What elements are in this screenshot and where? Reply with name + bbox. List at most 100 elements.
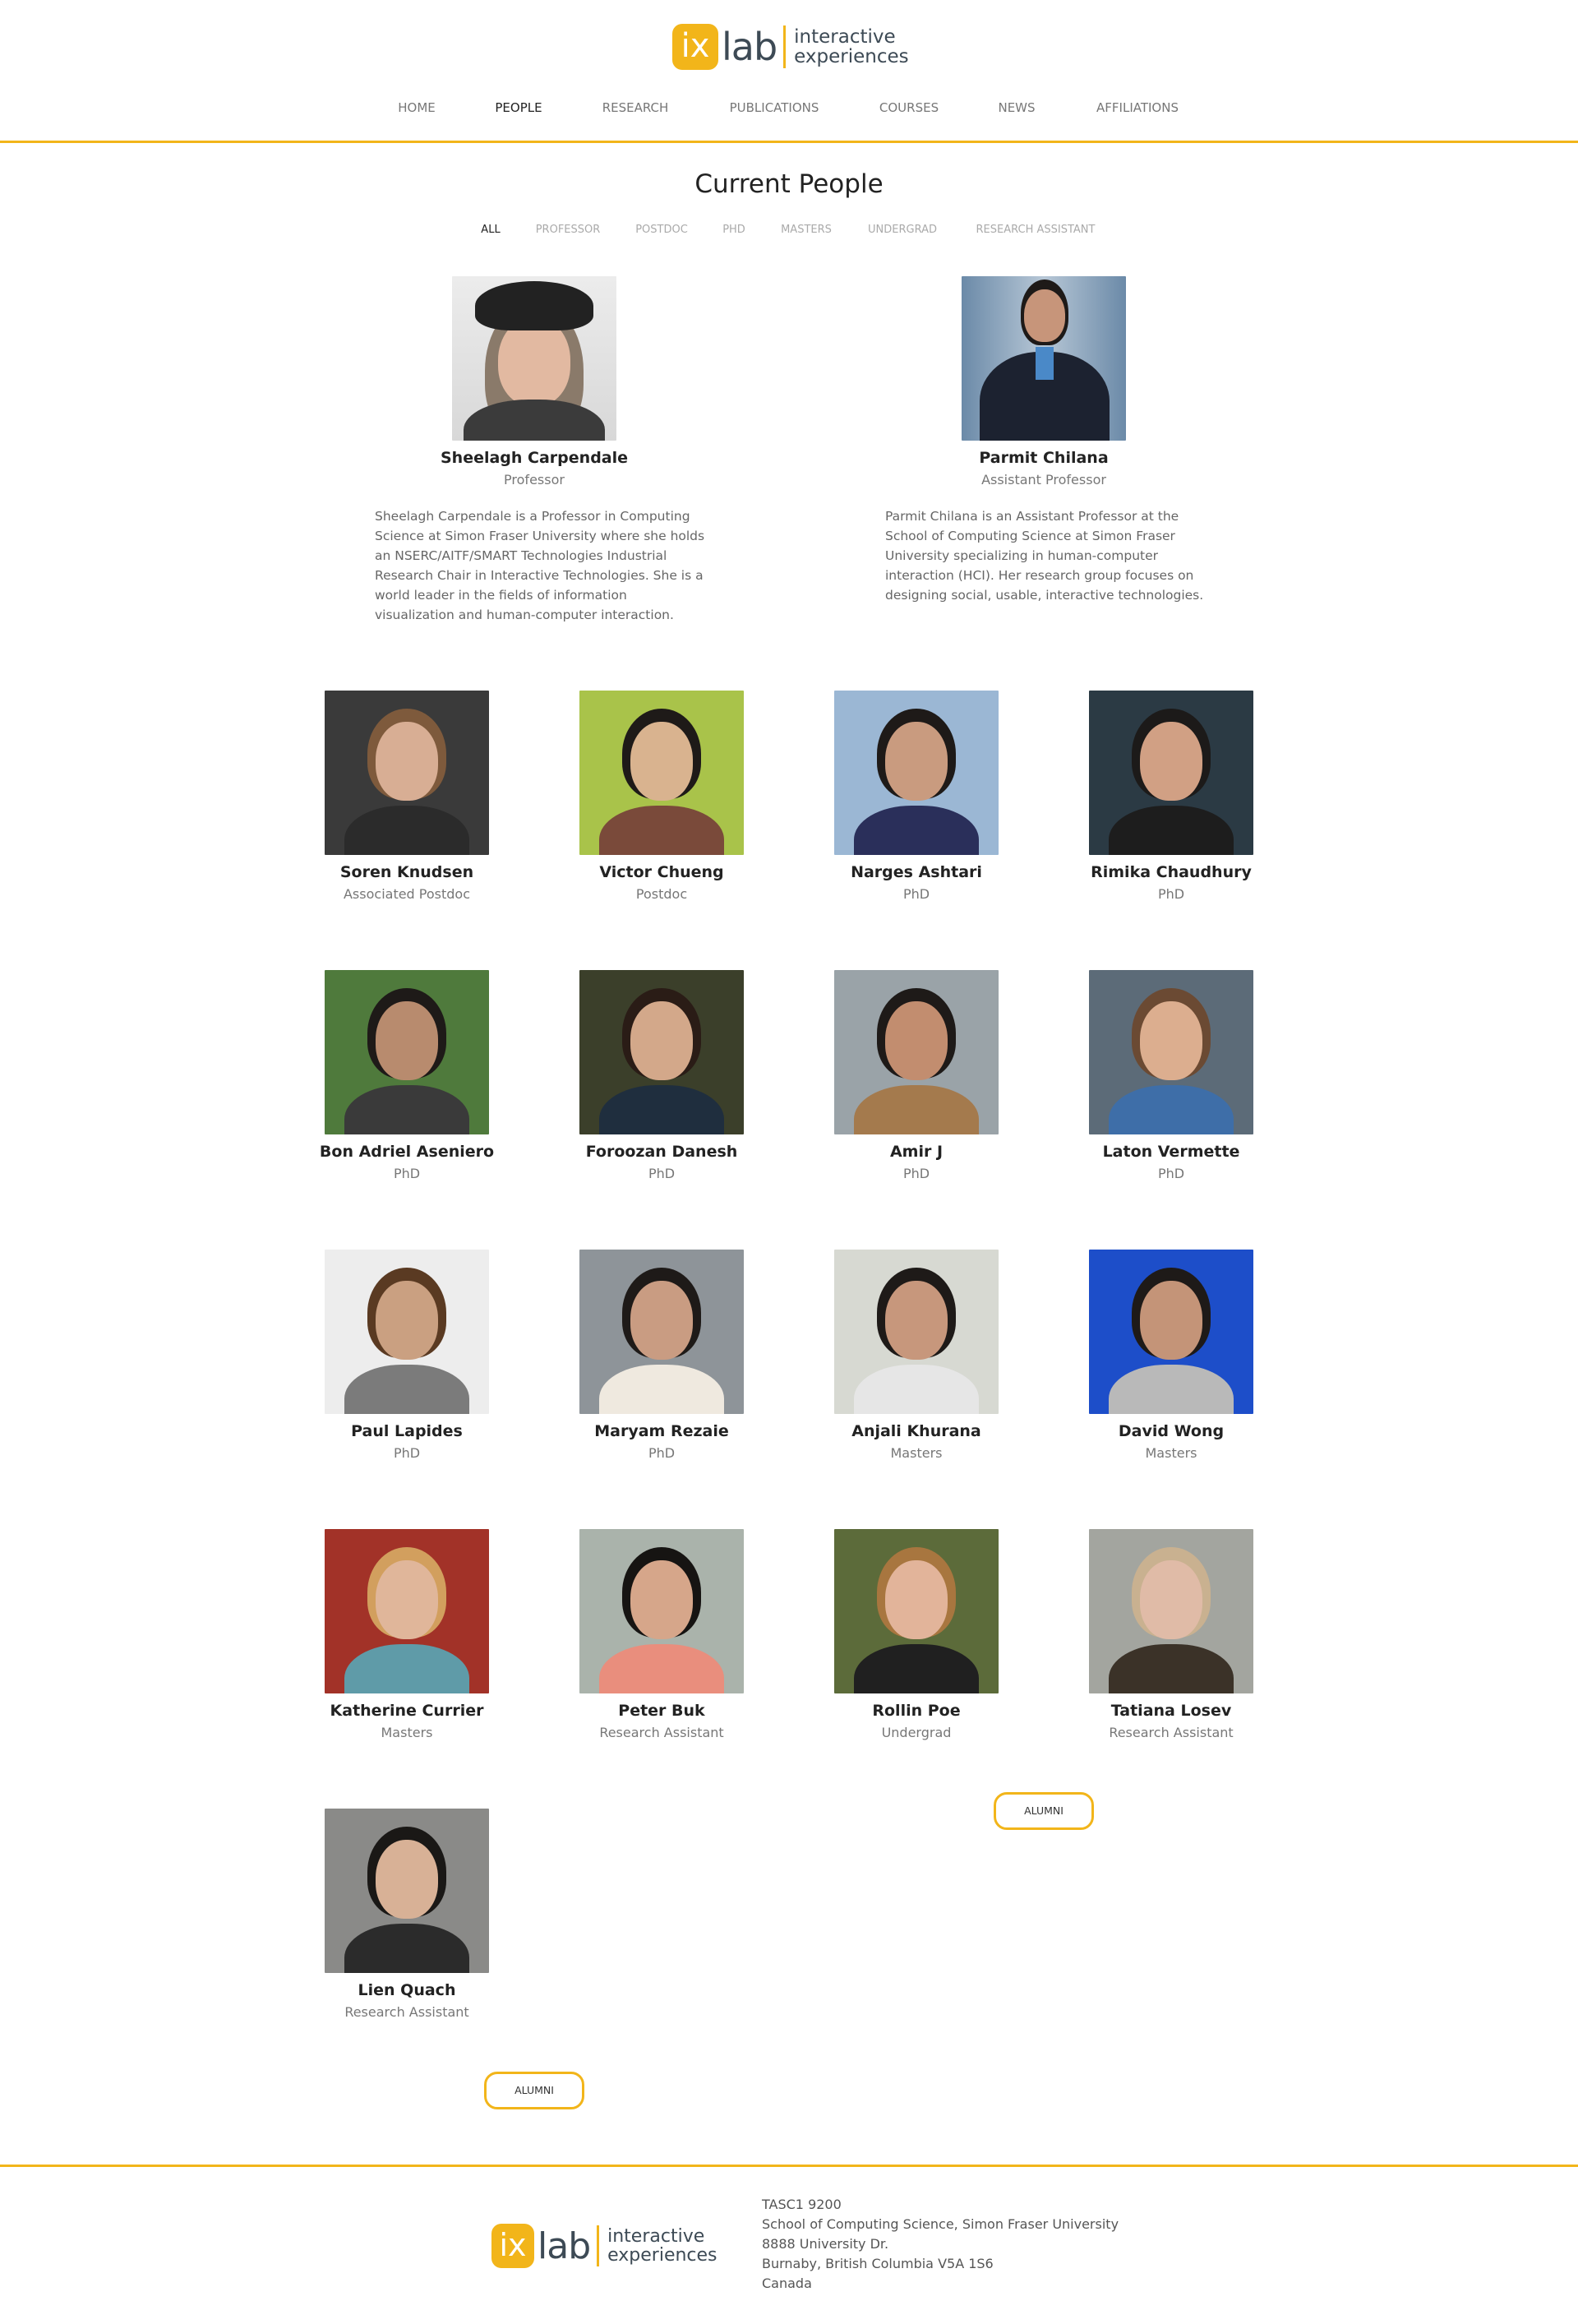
person-role: Masters — [1145, 1445, 1197, 1461]
nav-home[interactable]: HOME — [398, 100, 436, 115]
logo-ix-mark: ix — [672, 24, 718, 70]
people-filter-tabs: ALL PROFESSOR POSTDOC PHD MASTERS UNDERG… — [0, 224, 1578, 240]
person-role: PhD — [393, 1445, 421, 1461]
person-role: PhD — [393, 1166, 421, 1181]
person-role: PhD — [1157, 1166, 1185, 1181]
person-role: PhD — [648, 1445, 676, 1461]
filter-postdoc[interactable]: POSTDOC — [635, 224, 688, 236]
person-name[interactable]: Rimika Chaudhury — [1048, 863, 1294, 881]
filter-research-assistant[interactable]: RESEARCH ASSISTANT — [976, 224, 1096, 236]
logo-lab-word: lab — [722, 25, 777, 69]
logo-ix-mark: ix — [491, 2224, 534, 2268]
alumni-button[interactable]: ALUMNI — [994, 1792, 1094, 1830]
logo-tagline-1: interactive — [607, 2225, 705, 2247]
profile-photo[interactable] — [834, 1529, 999, 1693]
filter-masters[interactable]: MASTERS — [781, 224, 832, 236]
person-name[interactable]: Tatiana Losev — [1048, 1702, 1294, 1720]
nav-affiliations[interactable]: AFFILIATIONS — [1096, 100, 1179, 115]
logo-tagline: interactive experiences — [607, 2227, 717, 2265]
main-nav: HOME PEOPLE RESEARCH PUBLICATIONS COURSE… — [0, 100, 1578, 120]
person-bio: Sheelagh Carpendale is a Professor in Co… — [375, 509, 705, 622]
person-role: Associated Postdoc — [343, 886, 471, 902]
header-logo[interactable]: ix lab interactive experiences — [672, 20, 909, 74]
profile-photo[interactable] — [579, 691, 744, 855]
profile-photo[interactable] — [834, 970, 999, 1134]
person-name[interactable]: Lien Quach — [284, 1981, 530, 1999]
address-line: Burnaby, British Columbia V5A 1S6 — [762, 2256, 994, 2271]
nav-research[interactable]: RESEARCH — [602, 100, 669, 115]
person-role: Research Assistant — [1109, 1725, 1234, 1740]
logo-tagline-1: interactive — [794, 25, 896, 48]
profile-photo[interactable] — [325, 1809, 489, 1973]
filter-undergrad[interactable]: UNDERGRAD — [868, 224, 937, 236]
profile-photo[interactable] — [834, 691, 999, 855]
logo-lab-word: lab — [538, 2225, 591, 2267]
person-name[interactable]: David Wong — [1048, 1422, 1294, 1440]
page-title: Current People — [694, 169, 884, 199]
logo-tagline-2: experiences — [794, 46, 909, 67]
profile-photo[interactable] — [325, 1250, 489, 1414]
alumni-button[interactable]: ALUMNI — [484, 2072, 584, 2109]
person-role: Research Assistant — [344, 2004, 469, 2020]
profile-photo[interactable] — [325, 1529, 489, 1693]
person-name[interactable]: Katherine Currier — [284, 1702, 530, 1720]
footer-address: TASC1 9200 School of Computing Science, … — [762, 2195, 1119, 2294]
profile-photo[interactable] — [325, 691, 489, 855]
person-role: PhD — [902, 886, 930, 902]
nav-news[interactable]: NEWS — [998, 100, 1035, 115]
person-role: Professor — [504, 472, 565, 487]
logo-divider — [783, 25, 787, 68]
profile-photo[interactable] — [1089, 691, 1253, 855]
logo-divider — [597, 2225, 600, 2266]
person-name[interactable]: Narges Ashtari — [793, 863, 1040, 881]
person-name[interactable]: Foroozan Danesh — [538, 1143, 785, 1161]
person-bio: Parmit Chilana is an Assistant Professor… — [885, 509, 1204, 603]
person-name[interactable]: Parmit Chilana — [920, 449, 1167, 467]
profile-photo[interactable] — [579, 1250, 744, 1414]
person-name[interactable]: Rollin Poe — [793, 1702, 1040, 1720]
person-role: Research Assistant — [599, 1725, 724, 1740]
nav-courses[interactable]: COURSES — [879, 100, 939, 115]
nav-people[interactable]: PEOPLE — [495, 100, 542, 115]
person-role: PhD — [648, 1166, 676, 1181]
filter-all[interactable]: ALL — [481, 224, 500, 236]
footer-divider — [0, 2165, 1578, 2167]
filter-professor[interactable]: PROFESSOR — [536, 224, 601, 236]
person-role: Undergrad — [881, 1725, 952, 1740]
person-role: Masters — [890, 1445, 943, 1461]
profile-photo[interactable] — [834, 1250, 999, 1414]
profile-photo[interactable] — [579, 1529, 744, 1693]
address-line: 8888 University Dr. — [762, 2236, 889, 2252]
person-name[interactable]: Soren Knudsen — [284, 863, 530, 881]
person-name[interactable]: Victor Chueng — [538, 863, 785, 881]
address-line: School of Computing Science, Simon Frase… — [762, 2216, 1119, 2232]
footer-logo[interactable]: ix lab interactive experiences — [491, 2220, 717, 2272]
person-name[interactable]: Paul Lapides — [284, 1422, 530, 1440]
profile-photo[interactable] — [1089, 1250, 1253, 1414]
profile-photo[interactable] — [325, 970, 489, 1134]
profile-photo[interactable] — [1089, 1529, 1253, 1693]
profile-photo[interactable] — [1089, 970, 1253, 1134]
address-line: Canada — [762, 2275, 812, 2291]
person-name[interactable]: Peter Buk — [538, 1702, 785, 1720]
person-name[interactable]: Amir J — [793, 1143, 1040, 1161]
person-role: Postdoc — [635, 886, 688, 902]
person-role: Assistant Professor — [981, 472, 1106, 487]
person-name[interactable]: Laton Vermette — [1048, 1143, 1294, 1161]
address-line: TASC1 9200 — [762, 2197, 842, 2212]
logo-tagline-2: experiences — [607, 2245, 717, 2266]
person-name[interactable]: Maryam Rezaie — [538, 1422, 785, 1440]
profile-photo[interactable] — [962, 276, 1126, 441]
person-name[interactable]: Anjali Khurana — [793, 1422, 1040, 1440]
person-name[interactable]: Sheelagh Carpendale — [411, 449, 658, 467]
filter-phd[interactable]: PHD — [722, 224, 745, 236]
person-role: PhD — [1157, 886, 1185, 902]
nav-publications[interactable]: PUBLICATIONS — [730, 100, 819, 115]
person-role: PhD — [902, 1166, 930, 1181]
person-role: Masters — [381, 1725, 433, 1740]
logo-tagline: interactive experiences — [794, 27, 908, 67]
profile-photo[interactable] — [452, 276, 616, 441]
person-name[interactable]: Bon Adriel Aseniero — [284, 1143, 530, 1161]
profile-photo[interactable] — [579, 970, 744, 1134]
header-divider — [0, 141, 1578, 143]
